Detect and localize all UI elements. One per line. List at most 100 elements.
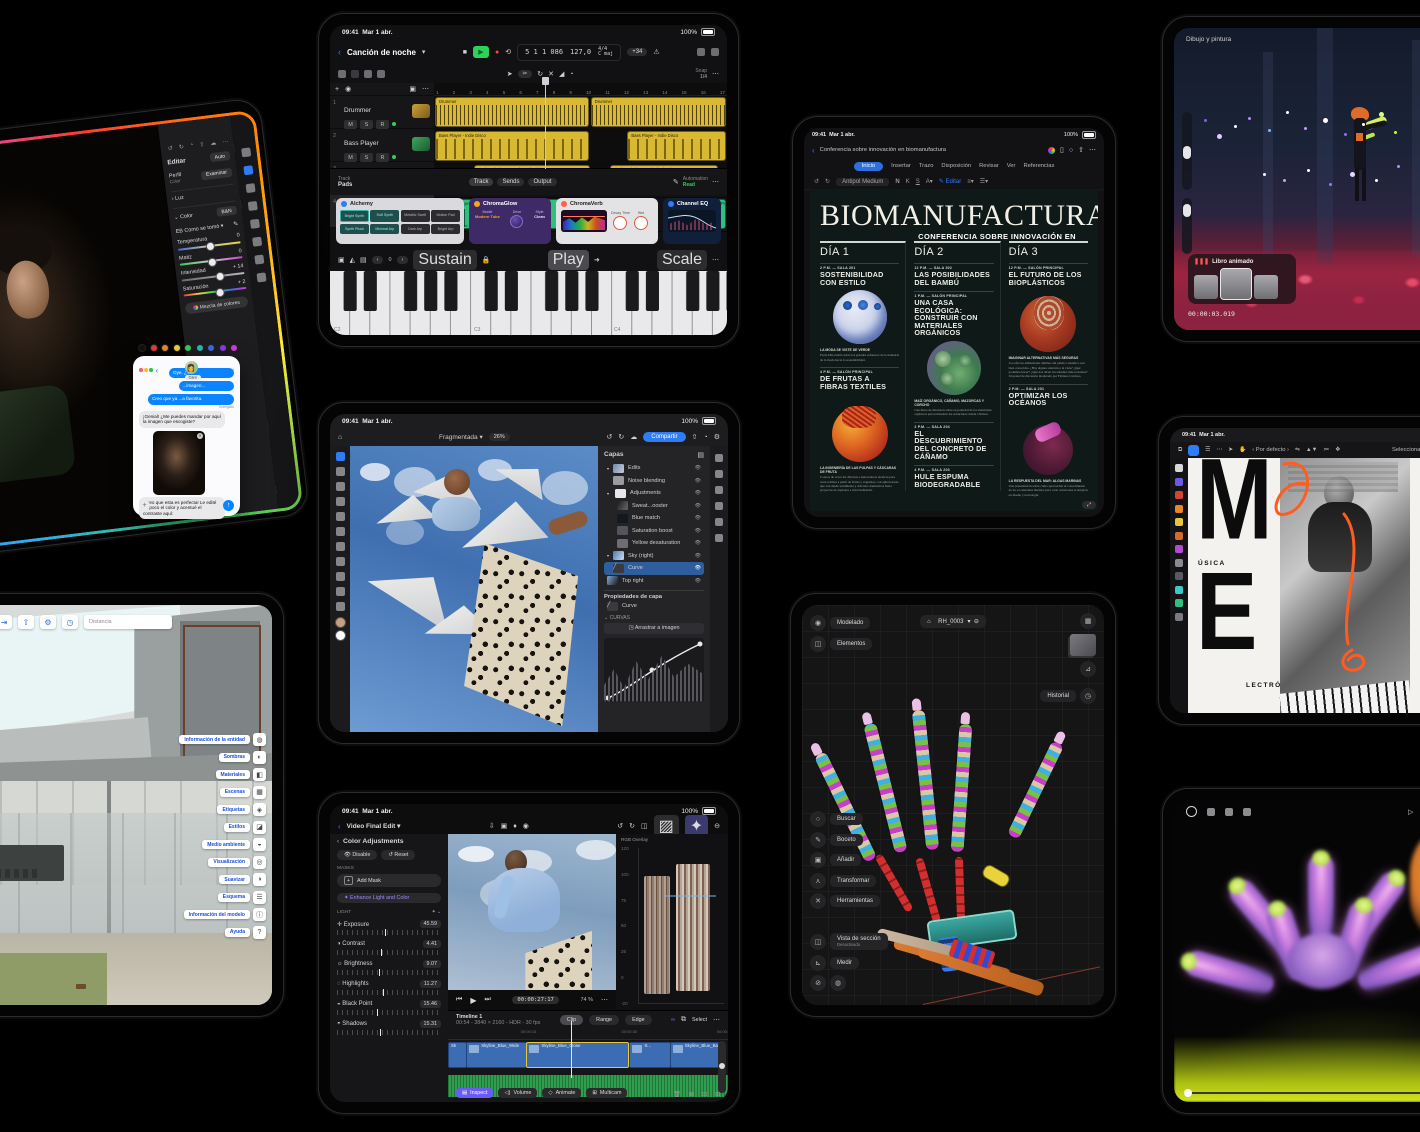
isolate-icon[interactable]: ⊘ bbox=[810, 975, 826, 991]
tab-trazo[interactable]: Trazo bbox=[919, 163, 934, 169]
wb-select[interactable]: Como se tomó ▾ bbox=[184, 223, 224, 234]
move-tool-icon[interactable] bbox=[335, 452, 345, 461]
color-section[interactable]: ⌄ Color bbox=[174, 212, 193, 220]
more-icon[interactable]: ⋯ bbox=[222, 138, 229, 146]
style-value[interactable]: Clean bbox=[534, 214, 545, 219]
tab-inicio[interactable]: Inicio bbox=[853, 161, 884, 171]
edit-button[interactable]: ✎ Editar bbox=[939, 178, 961, 185]
redo-icon[interactable]: ↻ bbox=[178, 143, 185, 151]
type-tool-icon[interactable] bbox=[335, 587, 345, 596]
elements-icon[interactable]: ◫ bbox=[810, 636, 826, 652]
light-collapse-icon[interactable]: ⌄ bbox=[437, 910, 441, 915]
sketch-button[interactable]: Boceto bbox=[830, 833, 863, 846]
project-title[interactable]: Video Final Edit ▾ bbox=[347, 822, 401, 830]
document-pill[interactable]: ⌂ RH_0003 ▾ ⊖ bbox=[920, 615, 986, 628]
tab-ver[interactable]: Ver bbox=[1007, 163, 1016, 169]
slider-saturation[interactable]: Saturación + 2 bbox=[183, 278, 247, 298]
track-row-bass[interactable]: 2 Bass Player MSR bbox=[330, 129, 434, 162]
visibility-eye-icon[interactable]: 👁 bbox=[695, 553, 701, 559]
select-tool-icon[interactable] bbox=[1175, 464, 1183, 472]
mic-icon[interactable]: ♦ bbox=[513, 823, 517, 830]
help-icon[interactable]: ◔ bbox=[189, 142, 193, 149]
regions-view-icon[interactable] bbox=[351, 70, 359, 78]
document-page[interactable]: BIOMANUFACTURA CONFERENCIA SOBRE INNOVAC… bbox=[810, 189, 1098, 511]
clip[interactable]: Skyline_Blue_Backgrou bbox=[669, 1042, 725, 1068]
timeline[interactable]: Timeline 1 00:54 - 3840 × 2160 - HDR - 30… bbox=[448, 1010, 728, 1102]
decay-knob[interactable] bbox=[613, 216, 628, 230]
undo-icon[interactable]: ↺ bbox=[617, 822, 623, 830]
mute-clip-icon[interactable]: ⊠ bbox=[689, 1091, 694, 1098]
visibility-eye-icon[interactable]: 👁 bbox=[695, 503, 701, 509]
panel-item[interactable]: Medio ambiente ◒ bbox=[202, 838, 266, 851]
marquee-tool-icon[interactable]: ◔ bbox=[569, 71, 573, 78]
search-button[interactable]: Buscar bbox=[830, 813, 863, 825]
layer-row[interactable]: Blue match 👁 bbox=[604, 512, 704, 525]
plugin-chromaverb[interactable]: ChromaVerb Decay Time Wet bbox=[556, 198, 658, 244]
document-title[interactable]: Conferencia sobre innovación en biomanuf… bbox=[820, 147, 1043, 153]
snapping-icon[interactable]: ⧉ bbox=[681, 1016, 686, 1024]
track-row-drummer[interactable]: 1 Drummer MSR bbox=[330, 96, 434, 129]
tab-revisar[interactable]: Revisar bbox=[979, 163, 999, 169]
avatar[interactable]: 👩 bbox=[184, 361, 198, 374]
octave-up-button[interactable]: › bbox=[396, 256, 409, 264]
font-field[interactable]: Antipol Medium bbox=[836, 177, 890, 186]
node-tool-icon[interactable] bbox=[1175, 477, 1183, 486]
metronome-icon[interactable]: ◭ bbox=[350, 256, 355, 264]
redo-icon[interactable]: ↻ bbox=[825, 178, 830, 185]
cycle-button[interactable]: ⟲ bbox=[505, 48, 511, 56]
tab-output[interactable]: Output bbox=[528, 178, 557, 186]
layers-panel-icon[interactable] bbox=[715, 454, 723, 462]
clip-selected[interactable]: Skyline_Blue_Close bbox=[526, 1042, 630, 1068]
select-menu[interactable]: Select bbox=[692, 1017, 707, 1023]
share-icon[interactable]: ⇧ bbox=[1078, 146, 1084, 154]
contact-name[interactable]: Caro bbox=[184, 374, 201, 380]
next-frame-icon[interactable]: ⏭ bbox=[484, 996, 490, 1004]
slider-brightness[interactable]: ☼ Brightness 9.07 bbox=[337, 960, 441, 976]
eraser-tool-icon[interactable] bbox=[1175, 558, 1183, 567]
plugin-alchemy[interactable]: Alchemy Bright Synth Soft Synth Metallic… bbox=[336, 198, 464, 244]
layer-row[interactable]: ▾ Sky (right) 👁 bbox=[604, 550, 704, 563]
panel-item[interactable]: Sombras ◐ bbox=[218, 750, 266, 764]
history-icon[interactable] bbox=[715, 518, 723, 526]
enhance-light-color-button[interactable]: ✦ Enhance Light and Color bbox=[337, 893, 441, 903]
more-icon[interactable]: ⋯ bbox=[712, 256, 719, 264]
cloud-icon[interactable]: ☁ bbox=[630, 433, 637, 441]
undo-icon[interactable]: ↺ bbox=[168, 145, 174, 153]
slider-exposure[interactable]: ✛ Exposure 45.59 bbox=[337, 920, 441, 936]
back-chevron-icon[interactable]: ‹ bbox=[812, 146, 815, 155]
underline-button[interactable]: S bbox=[916, 179, 920, 185]
share-icon[interactable] bbox=[1243, 807, 1251, 816]
layer-row[interactable]: ▾ Adjustments 👁 bbox=[604, 487, 704, 500]
multicam-button[interactable]: ⊞ Multicam bbox=[586, 1088, 628, 1098]
measure-button[interactable]: Medir bbox=[830, 956, 860, 969]
materials-icon[interactable]: ◧ bbox=[253, 768, 266, 781]
visibility-eye-icon[interactable]: 👁 bbox=[695, 565, 701, 571]
zoom-level-chip[interactable]: 26% bbox=[488, 433, 510, 441]
crayon-tool-icon[interactable] bbox=[1175, 531, 1183, 540]
more-icon[interactable]: ⋯ bbox=[1216, 447, 1222, 453]
heal-icon[interactable] bbox=[240, 147, 251, 158]
flip-h-icon[interactable]: ⇋ bbox=[1295, 447, 1300, 453]
history-clock-icon[interactable]: ◷ bbox=[1080, 688, 1096, 704]
share-icon[interactable]: ⇧ bbox=[199, 141, 205, 149]
bw-button[interactable]: B&N bbox=[215, 205, 238, 217]
region[interactable]: Drummer bbox=[590, 97, 726, 127]
device-icon[interactable]: ▯ bbox=[1060, 146, 1064, 154]
curve-prop-row[interactable]: ╱ Curve bbox=[604, 600, 704, 613]
pen-tool-icon[interactable] bbox=[335, 527, 345, 536]
automation-view-icon[interactable] bbox=[377, 70, 385, 78]
scenes-icon[interactable]: ▦ bbox=[253, 785, 266, 799]
tracks-view-icon[interactable] bbox=[338, 70, 346, 78]
crop-tool-icon[interactable] bbox=[1175, 572, 1183, 580]
tab-disposicion[interactable]: Disposición bbox=[941, 163, 971, 169]
back-chevron-icon[interactable]: ‹ bbox=[338, 822, 341, 831]
tags-icon[interactable]: ◈ bbox=[253, 803, 266, 816]
preset-cell[interactable]: Motion Pad bbox=[431, 210, 460, 222]
auto-button[interactable]: Auto bbox=[209, 150, 231, 163]
trash-icon[interactable]: 🗑 bbox=[673, 1091, 681, 1098]
magnetic-icon[interactable]: ∞ bbox=[671, 1017, 675, 1023]
redo-icon[interactable]: ↻ bbox=[618, 433, 624, 441]
background-color-swatch[interactable] bbox=[334, 630, 346, 641]
transform-tool-icon[interactable] bbox=[1175, 612, 1183, 621]
italic-button[interactable]: K bbox=[906, 179, 910, 185]
